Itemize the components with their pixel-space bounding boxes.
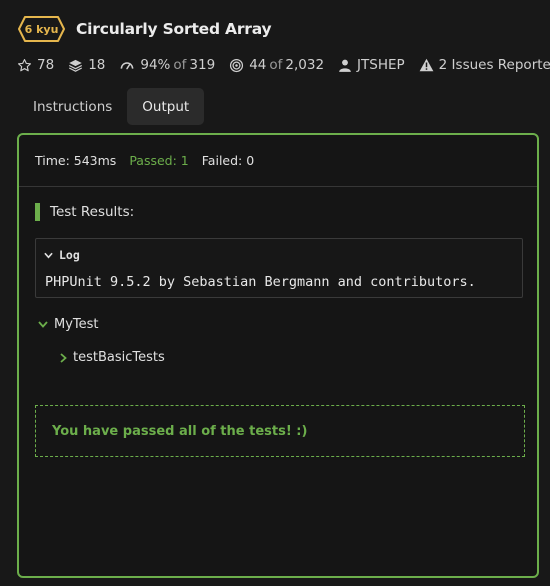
satisfaction-of: of [173, 57, 187, 73]
test-basic-tests[interactable]: testBasicTests [60, 350, 165, 365]
issues-stat[interactable]: 2 Issues Reported [419, 57, 550, 73]
test-summary: Time: 543ms Passed: 1 Failed: 0 [19, 135, 537, 187]
test-results-header: Test Results: [35, 203, 134, 221]
passed-count: Passed: 1 [129, 153, 189, 168]
log-panel: Log PHPUnit 9.5.2 by Sebastian Bergmann … [35, 238, 523, 298]
satisfaction-rate: 94% [140, 57, 171, 73]
output-panel: Time: 543ms Passed: 1 Failed: 0 Test Res… [17, 133, 539, 578]
kata-stats: 78 18 94% of 319 44 of 2,032 JTSHEP 2 Is… [17, 57, 550, 73]
kata-tabs: Instructions Output [18, 88, 205, 125]
satisfaction-votes: 319 [189, 57, 216, 73]
author-stat[interactable]: JTSHEP [338, 57, 405, 73]
stars-count: 78 [37, 57, 55, 73]
test-name: testBasicTests [73, 350, 165, 365]
tab-output[interactable]: Output [127, 88, 205, 125]
issues-count: 2 Issues Reported [438, 57, 550, 73]
stars-stat[interactable]: 78 [17, 57, 54, 73]
log-label: Log [59, 248, 80, 262]
results-marker [35, 203, 40, 221]
chevron-down-icon [38, 321, 48, 328]
warning-icon [419, 58, 434, 72]
suite-mytest[interactable]: MyTest [38, 317, 99, 332]
completed-of: of [269, 57, 283, 73]
completed-count: 44 [249, 57, 267, 73]
completed-total: 2,032 [285, 57, 325, 73]
results-title: Test Results: [50, 204, 135, 220]
time-label: Time: 543ms [35, 153, 117, 168]
log-output: PHPUnit 9.5.2 by Sebastian Bergmann and … [45, 274, 476, 290]
chevron-down-icon [44, 252, 53, 259]
rank-label: 6 kyu [24, 22, 59, 36]
collections-count: 18 [88, 57, 106, 73]
chevron-right-icon [60, 352, 67, 363]
collections-stat[interactable]: 18 [68, 57, 105, 73]
passed-message: You have passed all of the tests! :) [52, 423, 308, 439]
target-icon [230, 58, 244, 72]
kata-output-page: 6 kyu Circularly Sorted Array 78 18 94% [0, 0, 550, 586]
kata-header: 6 kyu Circularly Sorted Array [18, 15, 272, 43]
log-toggle[interactable]: Log [44, 248, 80, 262]
gauge-icon [121, 61, 134, 69]
kata-title[interactable]: Circularly Sorted Array [76, 20, 272, 38]
user-icon [339, 59, 351, 72]
passed-all-banner: You have passed all of the tests! :) [35, 405, 525, 457]
failed-count: Failed: 0 [201, 153, 255, 168]
layers-icon [69, 59, 83, 72]
suite-name: MyTest [54, 317, 99, 332]
rank-badge: 6 kyu [18, 16, 65, 42]
satisfaction-stat: 94% of 319 [119, 57, 215, 73]
star-icon [18, 58, 31, 71]
completed-stat: 44 of 2,032 [229, 57, 324, 73]
author-name: JTSHEP [357, 57, 405, 73]
tab-instructions[interactable]: Instructions [18, 88, 127, 125]
